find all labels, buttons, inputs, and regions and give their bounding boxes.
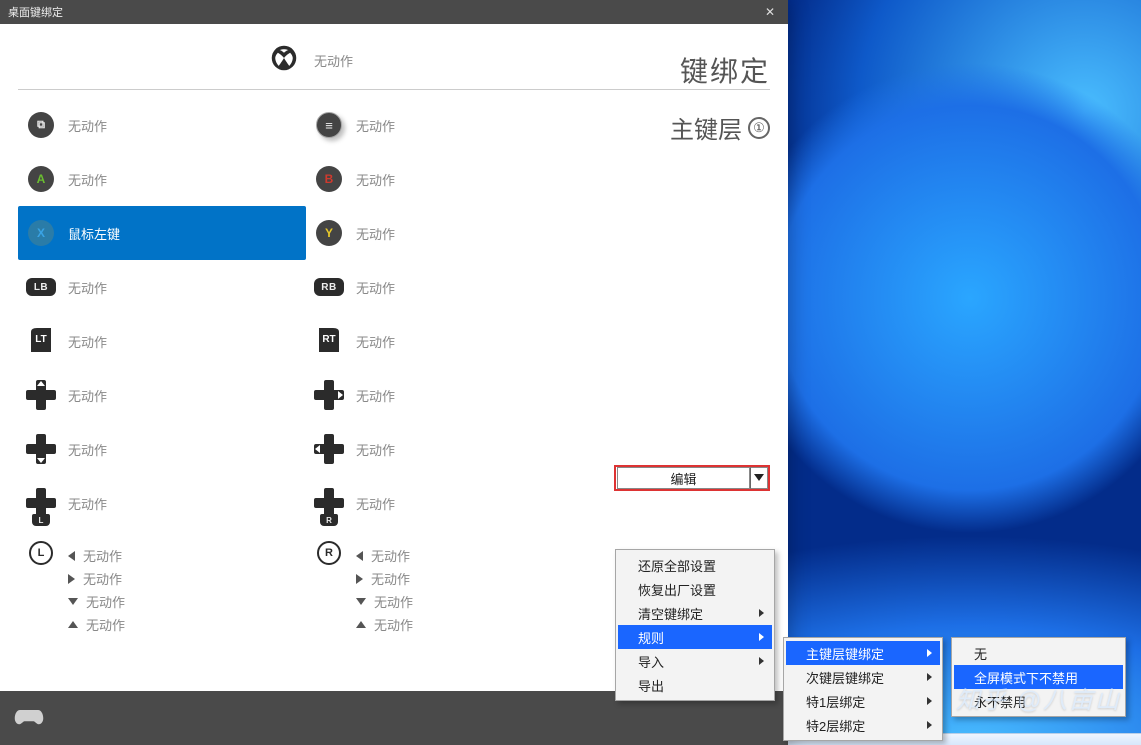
binding-label: 无动作 [356, 278, 395, 297]
row-dpad-up[interactable]: 无动作 [18, 368, 306, 422]
lt-icon: LT [26, 326, 56, 356]
triangle-right-icon [68, 574, 75, 584]
menu-item-export[interactable]: 导出 [618, 673, 772, 697]
row-x-button[interactable]: X 鼠标左键 [18, 206, 306, 260]
row-dpad-down[interactable]: 无动作 [18, 422, 306, 476]
layer-badge: ① [748, 117, 770, 139]
close-icon[interactable]: ✕ [760, 5, 780, 19]
dpad-down-icon [26, 434, 56, 464]
right-stick-icon: R [317, 541, 341, 565]
menu-item-none[interactable]: 无 [954, 641, 1123, 665]
menu-item-rules[interactable]: 规则 [618, 625, 772, 649]
binding-label: 无动作 [68, 440, 107, 459]
x-button-icon: X [28, 220, 54, 246]
menu-item-always-disable[interactable]: 永不禁用 [954, 689, 1123, 713]
row-left-stick[interactable]: L 无动作 无动作 无动作 无动作 [18, 530, 306, 634]
a-button-icon: A [28, 166, 54, 192]
window-title: 桌面键绑定 [8, 4, 63, 20]
chevron-down-icon[interactable] [750, 467, 768, 489]
row-b-button[interactable]: B 无动作 [306, 152, 594, 206]
binding-label: 无动作 [356, 494, 395, 513]
row-view-button[interactable]: ⧉ 无动作 [18, 98, 306, 152]
page-subtitle: 主键层 ① [670, 110, 770, 145]
menu-item-restore-all[interactable]: 还原全部设置 [618, 553, 772, 577]
dpad-right-icon [314, 380, 344, 410]
row-menu-button[interactable]: ≡ 无动作 [306, 98, 594, 152]
triangle-left-icon [356, 551, 363, 561]
row-rb[interactable]: RB 无动作 [306, 260, 594, 314]
row-lb[interactable]: LB 无动作 [18, 260, 306, 314]
row-lt[interactable]: LT 无动作 [18, 314, 306, 368]
binding-label: 无动作 [68, 386, 107, 405]
menu-item-special2-layer[interactable]: 特2层绑定 [786, 713, 940, 737]
edit-button-label: 编辑 [617, 467, 750, 489]
dpad-r-icon: R [314, 488, 344, 518]
row-rt[interactable]: RT 无动作 [306, 314, 594, 368]
triangle-right-icon [356, 574, 363, 584]
row-a-button[interactable]: A 无动作 [18, 152, 306, 206]
menu-item-fullscreen-no-disable[interactable]: 全屏模式下不禁用 [954, 665, 1123, 689]
svg-text:RT: RT [322, 334, 335, 345]
dpad-l-icon: L [26, 488, 56, 518]
divider [18, 89, 770, 90]
binding-label: 无动作 [68, 332, 107, 351]
dpad-up-icon [26, 380, 56, 410]
right-stick-directions: 无动作 无动作 无动作 无动作 [356, 540, 413, 634]
row-dpad-l[interactable]: L 无动作 [18, 476, 306, 530]
triangle-up-icon [68, 621, 78, 628]
lb-icon: LB [26, 278, 56, 296]
menu-item-secondary-layer[interactable]: 次键层键绑定 [786, 665, 940, 689]
menu-item-factory-reset[interactable]: 恢复出厂设置 [618, 577, 772, 601]
binding-label: 无动作 [356, 386, 395, 405]
dpad-left-icon [314, 434, 344, 464]
triangle-down-icon [68, 598, 78, 605]
binding-label: 无动作 [68, 116, 107, 135]
header-right: 键绑定 主键层 ① [670, 50, 770, 145]
menu-button-icon: ≡ [316, 112, 342, 138]
triangle-left-icon [68, 551, 75, 561]
context-menu-rules[interactable]: 主键层键绑定 次键层键绑定 特1层绑定 特2层绑定 [783, 637, 943, 741]
row-right-stick[interactable]: R 无动作 无动作 无动作 无动作 [306, 530, 594, 634]
svg-text:LT: LT [35, 334, 46, 345]
y-button-icon: Y [316, 220, 342, 246]
menu-item-special1-layer[interactable]: 特1层绑定 [786, 689, 940, 713]
binding-label: 无动作 [68, 170, 107, 189]
page-title: 键绑定 [670, 50, 770, 90]
xbox-guide-icon [270, 44, 298, 77]
row-dpad-left[interactable]: 无动作 [306, 422, 594, 476]
triangle-up-icon [356, 621, 366, 628]
view-button-icon: ⧉ [28, 112, 54, 138]
binding-label: 无动作 [68, 494, 107, 513]
xbox-guide-row[interactable]: 无动作 [18, 44, 770, 77]
rb-icon: RB [314, 278, 344, 296]
menu-item-clear-bindings[interactable]: 清空键绑定 [618, 601, 772, 625]
rt-icon: RT [314, 326, 344, 356]
context-menu-primary-layer[interactable]: 无 全屏模式下不禁用 永不禁用 [951, 637, 1126, 717]
b-button-icon: B [316, 166, 342, 192]
binding-label: 无动作 [356, 224, 395, 243]
menu-item-primary-layer[interactable]: 主键层键绑定 [786, 641, 940, 665]
controller-icon [14, 707, 44, 729]
binding-label: 无动作 [356, 440, 395, 459]
binding-label: 无动作 [356, 332, 395, 351]
triangle-down-icon [356, 598, 366, 605]
binding-label: 无动作 [356, 116, 395, 135]
context-menu-edit[interactable]: 还原全部设置 恢复出厂设置 清空键绑定 规则 导入 导出 [615, 549, 775, 701]
binding-label: 鼠标左键 [68, 224, 120, 243]
left-stick-directions: 无动作 无动作 无动作 无动作 [68, 540, 125, 634]
menu-item-import[interactable]: 导入 [618, 649, 772, 673]
left-stick-icon: L [29, 541, 53, 565]
row-dpad-r[interactable]: R 无动作 [306, 476, 594, 530]
binding-label: 无动作 [68, 278, 107, 297]
titlebar[interactable]: 桌面键绑定 ✕ [0, 0, 788, 24]
row-y-button[interactable]: Y 无动作 [306, 206, 594, 260]
row-dpad-right[interactable]: 无动作 [306, 368, 594, 422]
binding-label: 无动作 [356, 170, 395, 189]
edit-dropdown-button[interactable]: 编辑 [614, 465, 770, 491]
xbox-guide-action: 无动作 [314, 51, 353, 70]
